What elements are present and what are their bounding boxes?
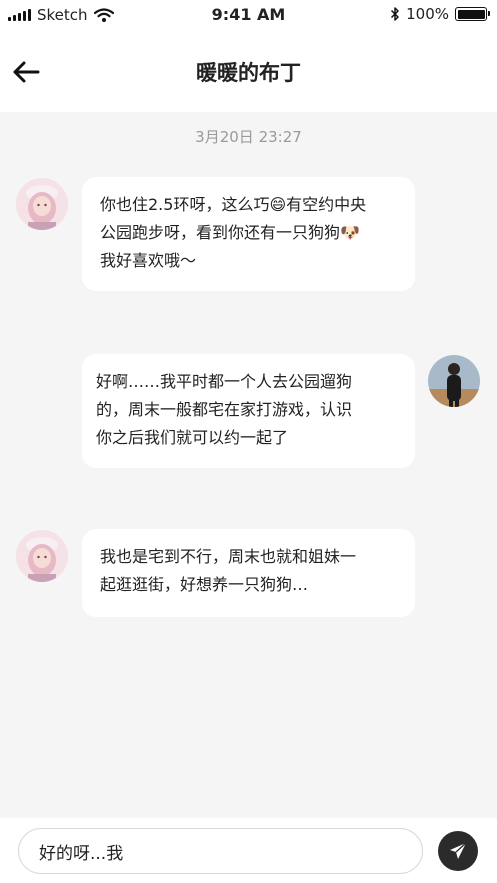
chat-timestamp: 3月20日 23:27 [195,128,302,146]
message-bubble-sent[interactable]: 好啊……我平时都一个人去公园遛狗 的，周末一般都宅在家打游戏，认识 你之后我们就… [82,354,415,468]
message-line: 你也住2.5环呀，这么巧😄有空约中央 [100,195,367,214]
contact-avatar[interactable] [16,530,68,582]
contact-avatar[interactable] [16,178,68,230]
nav-bar: 暖暖的布丁 [0,28,497,112]
message-input[interactable] [18,828,423,874]
message-line: 你之后我们就可以约一起了 [96,428,289,447]
message-bubble-received[interactable]: 我也是宅到不行，周末也就和姐妹一 起逛逛街，好想养一只狗狗… [82,529,415,617]
message-line: 公园跑步呀，看到你还有一只狗狗🐶 [100,223,360,242]
bluetooth-icon [391,7,399,21]
message-line: 的，周末一般都宅在家打游戏，认识 [96,400,353,419]
battery-icon [455,7,490,21]
contact-avatar-image [16,178,68,230]
message-line: 我也是宅到不行，周末也就和姐妹一 [100,547,357,566]
page-title: 暖暖的布丁 [196,61,301,85]
send-button[interactable] [438,831,478,871]
contact-avatar-image [16,530,68,582]
user-avatar[interactable] [428,355,480,407]
message-line: 起逛逛街，好想养一只狗狗… [100,575,309,594]
message-line: 我好喜欢哦～ [100,251,197,270]
message-line: 好啊……我平时都一个人去公园遛狗 [96,372,353,391]
battery-label: 100% [406,5,449,23]
message-bubble-received[interactable]: 你也住2.5环呀，这么巧😄有空约中央 公园跑步呀，看到你还有一只狗狗🐶 我好喜欢… [82,177,415,291]
chat-area[interactable]: 3月20日 23:27 你也住2.5环呀，这么巧😄有空约中央 公园跑步呀，看到你… [0,112,497,818]
status-right: 100% [390,5,490,23]
input-bar [0,818,497,883]
user-avatar-image [428,355,480,407]
paper-plane-icon [450,842,467,859]
status-bar: Sketch 9:41 AM 100% [0,0,497,28]
